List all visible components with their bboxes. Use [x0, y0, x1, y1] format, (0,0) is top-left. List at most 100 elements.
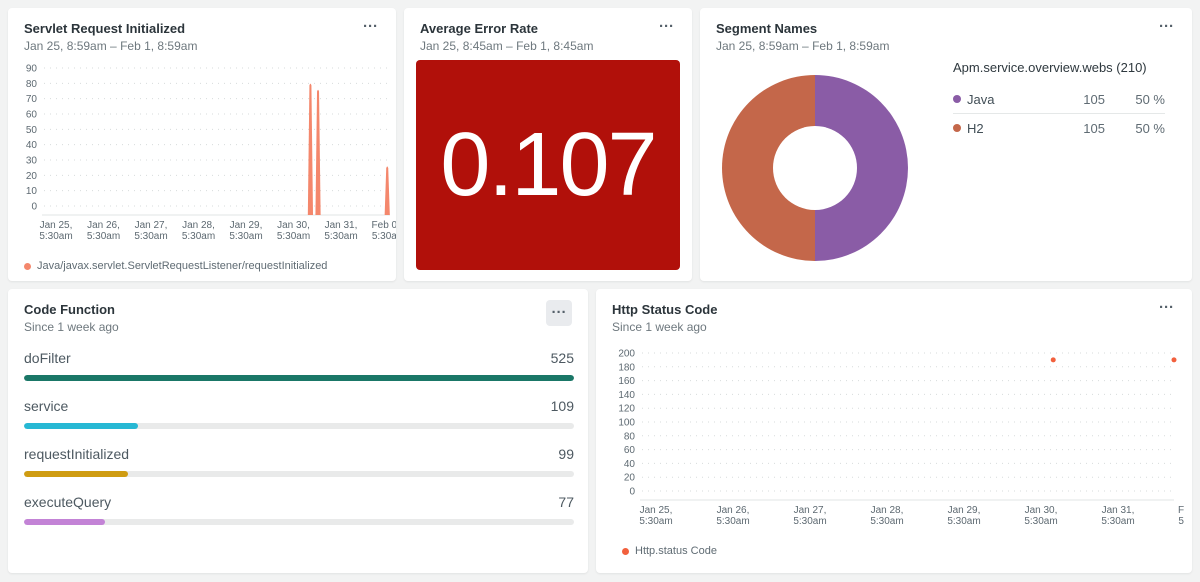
x-axis-tick-label: Feb 01, [372, 220, 396, 231]
area-spike[interactable] [308, 84, 313, 215]
x-axis-tick-label: Jan 29, [948, 505, 981, 516]
bar-fill [24, 519, 105, 525]
dashboard-page: Servlet Request Initialized Jan 25, 8:59… [0, 0, 1200, 581]
scatter-point[interactable] [1051, 357, 1056, 362]
y-axis-tick-label: 40 [26, 140, 38, 151]
y-axis-tick-label: 90 [26, 64, 38, 75]
bar-label-line: requestInitialized99 [24, 446, 574, 462]
x-axis-tick-sublabel: 5:30am [947, 516, 980, 527]
ellipsis-menu-icon[interactable]: ··· [657, 21, 676, 33]
bar-fill [24, 471, 128, 477]
bar-list-row[interactable]: doFilter525 [24, 350, 574, 381]
x-axis-tick-label: Jan 28, [182, 220, 215, 231]
bar-list-row[interactable]: service109 [24, 398, 574, 429]
scatter-chart[interactable]: 020406080100120140160180200Jan 25,5:30am… [612, 339, 1184, 535]
bar-label-line: service109 [24, 398, 574, 414]
y-axis-tick-label: 80 [26, 79, 38, 90]
segment-table-row[interactable]: Java10550 % [953, 85, 1165, 113]
series-color-dot [953, 95, 961, 103]
area-chart[interactable]: 0102030405060708090Jan 25,5:30amJan 26,5… [16, 60, 396, 250]
segment-table-rows: Java10550 %H210550 % [953, 85, 1165, 142]
x-axis-tick-label: Jan 27, [794, 505, 827, 516]
bar-track [24, 423, 574, 429]
x-axis-tick-label: Jan 31, [1102, 505, 1135, 516]
chart-legend[interactable]: Java/javax.servlet.ServletRequestListene… [24, 260, 327, 272]
ellipsis-menu-icon[interactable]: ··· [361, 21, 380, 33]
bar-value: 109 [551, 398, 574, 414]
x-axis-tick-sublabel: 5:30am [229, 231, 262, 242]
series-percent: 50 % [1105, 92, 1165, 107]
segment-table: Apm.service.overview.webs (210) Java1055… [953, 60, 1165, 142]
series-value: 105 [1055, 92, 1105, 107]
x-axis-tick-sublabel: 5:30am [87, 231, 120, 242]
x-axis-tick-sublabel: 5:30am [793, 516, 826, 527]
bar-value: 525 [551, 350, 574, 366]
bar-label-line: executeQuery77 [24, 494, 574, 510]
panel-servlet-request-initialized: Servlet Request Initialized Jan 25, 8:59… [8, 8, 396, 281]
panel-title: Average Error Rate [420, 21, 593, 36]
bar-list-chart: doFilter525 service109 requestInitialized9… [24, 333, 574, 525]
area-spike[interactable] [315, 90, 320, 215]
segment-table-row[interactable]: H210550 % [953, 113, 1165, 142]
x-axis-tick-sublabel: 5:30am [1178, 516, 1184, 527]
y-axis-tick-label: 20 [26, 171, 38, 182]
legend-label: Http.status Code [635, 545, 717, 557]
x-axis-tick-sublabel: 5:30am [39, 231, 72, 242]
legend-color-dot [622, 548, 629, 555]
x-axis-tick-label: Jan 30, [1025, 505, 1058, 516]
bar-label: requestInitialized [24, 446, 129, 462]
x-axis-tick-label: Jan 29, [230, 220, 263, 231]
scatter-point[interactable] [1172, 357, 1177, 362]
panel-header: Average Error Rate Jan 25, 8:45am – Feb … [404, 8, 692, 53]
x-axis-tick-label: Jan 25, [640, 505, 673, 516]
ellipsis-menu-icon[interactable]: ··· [1157, 302, 1176, 314]
panel-time-range: Since 1 week ago [24, 320, 119, 334]
donut-chart[interactable] [722, 75, 908, 261]
dashboard-top-row: Servlet Request Initialized Jan 25, 8:59… [8, 8, 1192, 281]
bar-track [24, 471, 574, 477]
x-axis-tick-label: Jan 28, [871, 505, 904, 516]
x-axis-tick-sublabel: 5:30am [324, 231, 357, 242]
billboard-alert-tile[interactable]: 0.107 [416, 60, 680, 270]
series-value: 105 [1055, 121, 1105, 136]
y-axis-tick-label: 200 [618, 349, 635, 360]
ellipsis-menu-icon[interactable]: ··· [1157, 21, 1176, 33]
panel-segment-names: Segment Names Jan 25, 8:59am – Feb 1, 8:… [700, 8, 1192, 281]
segment-table-header: Apm.service.overview.webs (210) [953, 60, 1165, 75]
bar-list-row[interactable]: requestInitialized99 [24, 446, 574, 477]
panel-title-block: Http Status Code Since 1 week ago [612, 302, 717, 334]
series-color-dot [953, 124, 961, 132]
y-axis-tick-label: 0 [629, 487, 635, 498]
panel-title-block: Segment Names Jan 25, 8:59am – Feb 1, 8:… [716, 21, 889, 53]
y-axis-tick-label: 80 [624, 431, 636, 442]
chart-legend[interactable]: Http.status Code [622, 545, 717, 557]
y-axis-tick-label: 160 [618, 376, 635, 387]
bar-track [24, 519, 574, 525]
x-axis-tick-sublabel: 5:30am [277, 231, 310, 242]
panel-time-range: Since 1 week ago [612, 320, 717, 334]
x-axis-tick-sublabel: 5:30am [134, 231, 167, 242]
y-axis-tick-label: 50 [26, 125, 38, 136]
panel-header: Segment Names Jan 25, 8:59am – Feb 1, 8:… [700, 8, 1192, 53]
x-axis-tick-sublabel: 5:30am [870, 516, 903, 527]
panel-title: Http Status Code [612, 302, 717, 317]
x-axis-tick-sublabel: 5:30am [1024, 516, 1057, 527]
bar-fill [24, 375, 574, 381]
panel-title: Code Function [24, 302, 119, 317]
ellipsis-menu-icon[interactable]: ··· [546, 300, 572, 326]
bar-list-row[interactable]: executeQuery77 [24, 494, 574, 525]
legend-color-dot [24, 263, 31, 270]
panel-time-range: Jan 25, 8:45am – Feb 1, 8:45am [420, 39, 593, 53]
panel-http-status-code: Http Status Code Since 1 week ago ··· 0 2… [596, 289, 1192, 573]
panel-title: Servlet Request Initialized [24, 21, 197, 36]
panel-title-block: Servlet Request Initialized Jan 25, 8:59… [24, 21, 197, 53]
panel-title-block: Average Error Rate Jan 25, 8:45am – Feb … [420, 21, 593, 53]
panel-time-range: Jan 25, 8:59am – Feb 1, 8:59am [24, 39, 197, 53]
y-axis-tick-label: 140 [618, 390, 635, 401]
panel-time-range: Jan 25, 8:59am – Feb 1, 8:59am [716, 39, 889, 53]
x-axis-tick-sublabel: 5:30am [1101, 516, 1134, 527]
y-axis-tick-label: 120 [618, 404, 635, 415]
bar-label: executeQuery [24, 494, 111, 510]
panel-average-error-rate: Average Error Rate Jan 25, 8:45am – Feb … [404, 8, 692, 281]
area-spike[interactable] [385, 166, 390, 215]
